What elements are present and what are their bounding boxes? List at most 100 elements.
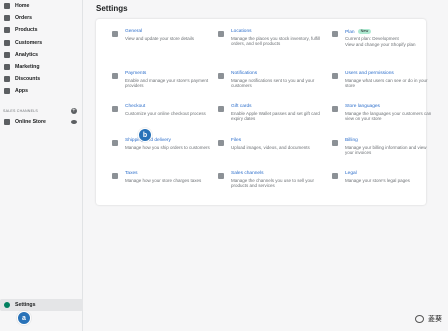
- tile-title: Checkout: [125, 104, 146, 109]
- sidebar-item-online-store[interactable]: Online Store: [0, 116, 82, 128]
- sidebar-item-label: Analytics: [15, 51, 39, 58]
- billing-icon: [330, 138, 340, 148]
- payment-icon: [110, 71, 120, 81]
- tile-description: Upload images, videos, and documents: [231, 144, 310, 150]
- tile-description: Manage the places you stock inventory, f…: [231, 35, 320, 46]
- tile-description: Customize your online checkout process: [125, 110, 206, 116]
- tile-title: Gift cards: [231, 104, 252, 109]
- tax-icon: [110, 171, 120, 181]
- sidebar-item-orders[interactable]: Orders: [0, 12, 82, 24]
- tile-title: Shipping and delivery: [125, 138, 171, 143]
- user-icon: [330, 71, 340, 81]
- settings-tile-store-languages[interactable]: Store languages Manage the languages your…: [330, 104, 434, 134]
- add-sales-channel-icon[interactable]: +: [71, 107, 77, 114]
- legal-icon: [330, 171, 340, 181]
- sidebar-item-discounts[interactable]: Discounts: [0, 73, 82, 85]
- tile-title: Files: [231, 138, 242, 143]
- settings-tile-shipping-and-delivery[interactable]: Shipping and deliveryManage how you ship…: [110, 138, 214, 168]
- tile-title: Billing: [345, 138, 358, 143]
- tile-description: Manage the languages your customers can …: [345, 110, 432, 121]
- channels-icon: [216, 171, 226, 181]
- orders-icon: [4, 15, 10, 22]
- sales-channels-header: SALES CHANNELS +: [0, 106, 82, 116]
- bell-icon: [216, 71, 226, 81]
- home-icon: [4, 3, 10, 10]
- eye-icon[interactable]: [71, 119, 77, 124]
- sidebar-item-customers[interactable]: Customers: [0, 37, 82, 49]
- settings-tile-users-and-permissions[interactable]: Users and permissions Manage what users c…: [330, 71, 434, 101]
- sidebar-item-marketing[interactable]: Marketing: [0, 61, 82, 73]
- megaphone-icon: [4, 64, 10, 71]
- tile-title: Sales channels: [231, 171, 264, 176]
- tile-title: Taxes: [125, 171, 138, 176]
- tile-title: Users and permissions: [345, 71, 394, 76]
- watermark-text: 菱葵: [428, 316, 442, 323]
- person-icon: [4, 39, 10, 46]
- sales-channels-label: SALES CHANNELS: [3, 108, 38, 113]
- tile-title: General: [125, 29, 143, 34]
- settings-tile-notifications[interactable]: Notifications Manage notifications sent t…: [216, 71, 320, 101]
- apps-icon: [4, 88, 10, 95]
- sidebar-item-label: Settings: [15, 302, 36, 308]
- tile-description: Manage the channels you use to sell your…: [231, 177, 315, 188]
- cart-icon: [110, 104, 120, 114]
- watermark: 菱葵: [415, 314, 442, 324]
- sidebar-item-label: Orders: [15, 15, 33, 22]
- sidebar-item-label: Products: [15, 27, 38, 34]
- sidebar-item-label: Online Store: [15, 118, 46, 125]
- annotation-marker-a: a: [17, 311, 31, 325]
- sidebar-item-settings[interactable]: Settings: [0, 299, 83, 311]
- sidebar-item-label: Apps: [15, 88, 28, 95]
- sidebar-item-home[interactable]: Home: [0, 0, 82, 12]
- annotation-marker-b: b: [138, 128, 152, 142]
- tile-description: Manage your billing information and view…: [345, 144, 427, 155]
- tag-icon: [4, 27, 10, 34]
- tile-title: Payments: [125, 71, 147, 76]
- sidebar-nav: Home Orders Products Customers Analytics…: [0, 0, 82, 98]
- tile-description: Manage your store's legal pages: [345, 177, 410, 183]
- tile-description: Manage how you ship orders to customers: [125, 144, 210, 150]
- discount-icon: [4, 76, 10, 83]
- settings-tile-general[interactable]: General View and update your store detail…: [110, 29, 214, 59]
- settings-tile-sales-channels[interactable]: Sales channels Manage the channels you us…: [216, 171, 320, 201]
- page-title: Settings: [96, 4, 128, 13]
- bar-chart-icon: [4, 51, 10, 58]
- settings-tile-plan[interactable]: Plan New Current plan: Development View and…: [330, 29, 434, 59]
- tile-description: View and update your store details: [125, 35, 194, 41]
- sidebar-item-products[interactable]: Products: [0, 24, 82, 36]
- tile-description: Manage what users can see or do in your …: [345, 77, 428, 88]
- settings-tile-payments[interactable]: Payments Enable and manage your store's p…: [110, 71, 214, 101]
- gear-icon: [4, 302, 10, 308]
- tile-title: Locations: [231, 29, 252, 34]
- settings-tile-files[interactable]: Files Upload images, videos, and document…: [216, 138, 320, 168]
- tile-description: Enable and manage your store's payment p…: [125, 77, 209, 88]
- tile-title: Plan: [345, 29, 355, 35]
- sidebar: Home Orders Products Customers Analytics…: [0, 0, 83, 331]
- gift-icon: [216, 104, 226, 114]
- globe-icon: [330, 104, 340, 114]
- tile-description: Manage notifications sent to you and you…: [231, 77, 315, 88]
- new-badge: New: [357, 29, 372, 34]
- sidebar-item-label: Home: [15, 3, 30, 10]
- gear-icon: [110, 29, 120, 39]
- settings-tile-checkout[interactable]: Checkout Customize your online checkout p…: [110, 104, 214, 134]
- settings-tile-legal[interactable]: Legal Manage your store's legal pages: [330, 171, 434, 201]
- settings-tile-gift-cards[interactable]: Gift cards Enable Apple Wallet passes and…: [216, 104, 320, 134]
- sidebar-item-apps[interactable]: Apps: [0, 85, 82, 97]
- settings-tile-taxes[interactable]: Taxes Manage how your store charges taxes: [110, 171, 214, 201]
- truck-icon: [110, 138, 120, 148]
- sidebar-item-label: Discounts: [15, 76, 41, 83]
- tile-title: Notifications: [231, 71, 258, 76]
- settings-card: General View and update your store detail…: [96, 19, 431, 205]
- sidebar-item-label: Marketing: [15, 64, 40, 71]
- paperclip-icon: [216, 138, 226, 148]
- wechat-icon: [415, 315, 424, 323]
- settings-tile-locations[interactable]: Locations Manage the places you stock inv…: [216, 29, 320, 59]
- location-pin-icon: [216, 29, 226, 39]
- plan-icon: [330, 29, 340, 39]
- tile-title: Legal: [345, 171, 357, 176]
- settings-tile-billing[interactable]: Billing Manage your billing information a…: [330, 138, 434, 168]
- tile-title: Store languages: [345, 104, 380, 109]
- store-icon: [4, 118, 10, 125]
- sidebar-item-analytics[interactable]: Analytics: [0, 49, 82, 61]
